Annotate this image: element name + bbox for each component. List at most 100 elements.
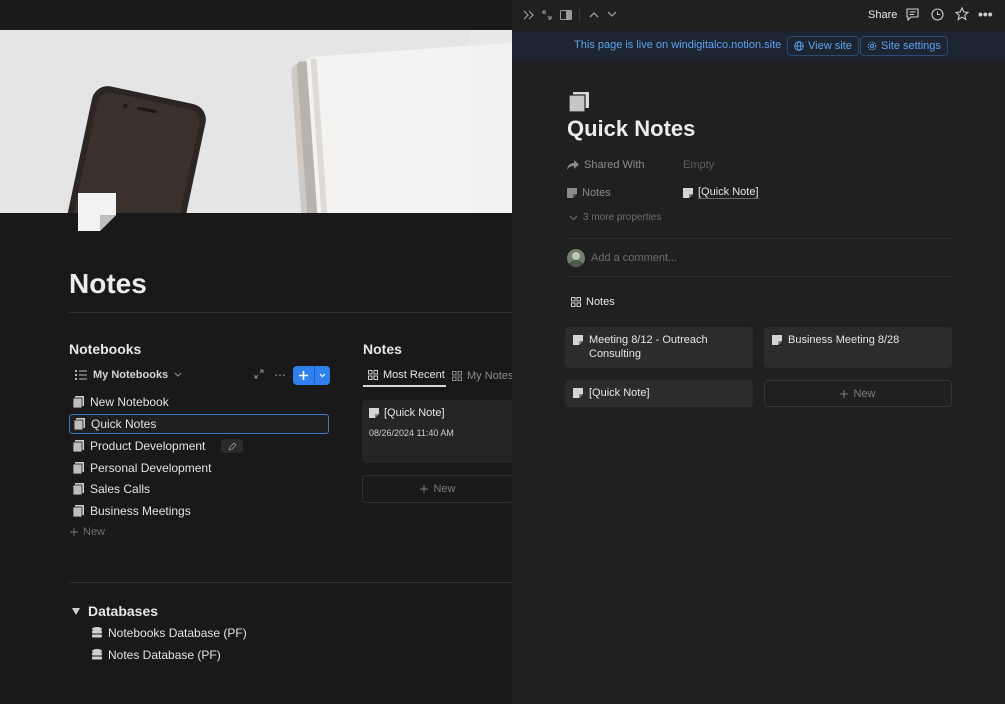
gear-icon: [867, 41, 877, 51]
note-icon: [683, 187, 693, 198]
databases-toggle[interactable]: Databases: [72, 603, 158, 619]
favorite-star-icon[interactable]: [955, 7, 969, 21]
notebook-item-quick-notes[interactable]: Quick Notes: [69, 414, 329, 434]
note-icon: [573, 335, 583, 345]
new-card-button[interactable]: New: [764, 380, 952, 407]
site-live-banner: This page is live on windigitalco.notion…: [512, 31, 1005, 61]
note-card-business-meeting-8-28[interactable]: Business Meeting 8/28: [764, 327, 952, 368]
notebook-label: Quick Notes: [91, 417, 157, 431]
page-icon: [73, 505, 84, 517]
note-card-date: 08/26/2024 11:40 AM: [369, 428, 454, 438]
history-icon[interactable]: [931, 8, 944, 21]
more-options-icon[interactable]: •••: [978, 6, 993, 22]
triangle-down-icon: [72, 607, 80, 615]
share-button[interactable]: Share: [868, 9, 897, 21]
chevron-up-icon[interactable]: [589, 11, 599, 18]
share-arrow-icon: [567, 160, 579, 170]
notebook-item-personal-development[interactable]: Personal Development: [69, 458, 329, 478]
view-site-button[interactable]: View site: [787, 36, 859, 56]
note-icon: [772, 335, 782, 345]
notebook-item-new-notebook[interactable]: New Notebook: [69, 392, 329, 412]
list-icon: [75, 370, 87, 380]
new-note-button[interactable]: New: [362, 475, 512, 503]
side-peek-panel: Share ••• This page is live on windigita…: [512, 0, 1005, 704]
note-card[interactable]: [Quick Note] 08/26/2024 11:40 AM: [362, 400, 512, 463]
view-site-label: View site: [808, 40, 852, 52]
notebooks-heading: Notebooks: [69, 341, 142, 357]
notebook-item-business-meetings[interactable]: Business Meetings: [69, 501, 329, 521]
notebook-item-sales-calls[interactable]: Sales Calls: [69, 479, 329, 499]
page-icon: [73, 462, 84, 474]
peek-mode-icon[interactable]: [560, 10, 572, 20]
comment-input[interactable]: Add a comment...: [591, 252, 677, 264]
database-icon: [92, 649, 102, 660]
notebook-label: New Notebook: [90, 395, 169, 409]
property-notes[interactable]: Notes [Quick Note]: [567, 186, 759, 199]
notebook-label: Personal Development: [90, 461, 212, 475]
database-item-notebooks[interactable]: Notebooks Database (PF): [92, 626, 247, 640]
new-notebook-row[interactable]: New: [70, 526, 105, 538]
pencil-icon: [228, 441, 237, 451]
new-label: New: [83, 526, 106, 538]
avatar: [567, 249, 585, 267]
property-value[interactable]: [Quick Note]: [698, 186, 759, 199]
open-full-page-icon[interactable]: [542, 10, 552, 20]
plus-icon: [293, 366, 314, 385]
page-title: Notes: [69, 268, 147, 299]
chevron-down-icon[interactable]: [607, 11, 617, 18]
chevron-down-icon[interactable]: [315, 366, 330, 385]
notes-tabs: Most Recent My Notes: [363, 365, 512, 389]
property-label: Notes: [582, 186, 611, 199]
plus-icon: [840, 389, 849, 398]
top-strip: [0, 0, 512, 30]
database-icon: [92, 627, 102, 638]
gallery-icon: [452, 371, 462, 381]
notebooks-view-selector[interactable]: My Notebooks: [75, 369, 182, 381]
expand-icon[interactable]: [254, 369, 264, 379]
main-page: Notes Notebooks My Notebooks ⋯ New Noteb…: [0, 0, 512, 704]
notebook-item-product-development[interactable]: Product Development: [69, 436, 329, 456]
property-value: Empty: [683, 159, 715, 171]
page-icon: [73, 396, 84, 408]
edit-button[interactable]: [221, 439, 244, 453]
database-label: Notebooks Database (PF): [108, 626, 247, 640]
comment-icon[interactable]: [906, 8, 919, 21]
tab-most-recent[interactable]: Most Recent: [363, 365, 446, 387]
note-card-meeting-8-12[interactable]: Meeting 8/12 - Outreach Consulting: [565, 327, 753, 368]
plus-icon: [70, 528, 78, 536]
new-label: New: [433, 483, 456, 495]
note-card-quick-note[interactable]: [Quick Note]: [565, 380, 753, 407]
cover-image[interactable]: [0, 30, 512, 213]
site-settings-button[interactable]: Site settings: [860, 36, 948, 56]
property-shared-with[interactable]: Shared With Empty: [567, 159, 714, 171]
comment-row[interactable]: Add a comment...: [567, 249, 677, 267]
peek-toolbar: Share •••: [512, 0, 1005, 31]
notes-view-tab[interactable]: Notes: [571, 296, 615, 308]
view-label: My Notebooks: [93, 369, 169, 381]
page-icon: [74, 418, 85, 430]
notes-view-label: Notes: [586, 296, 615, 308]
divider: [567, 238, 953, 239]
notes-heading: Notes: [363, 341, 402, 357]
page-icon[interactable]: [78, 193, 116, 231]
plus-icon: [420, 485, 429, 493]
globe-icon: [794, 41, 804, 51]
database-item-notes[interactable]: Notes Database (PF): [92, 648, 221, 662]
card-title: Business Meeting 8/28: [788, 334, 900, 346]
page-icon: [73, 483, 84, 495]
tab-my-notes[interactable]: My Notes: [452, 365, 512, 387]
more-properties-toggle[interactable]: 3 more properties: [569, 212, 661, 223]
property-label: Shared With: [584, 159, 645, 171]
gallery-icon: [571, 297, 581, 307]
more-options-icon[interactable]: ⋯: [274, 368, 286, 382]
peek-page-title: Quick Notes: [567, 116, 696, 141]
close-peek-icon[interactable]: [523, 10, 535, 20]
new-notebook-button[interactable]: [293, 366, 330, 385]
divider: [69, 312, 512, 313]
notebook-label: Business Meetings: [90, 504, 191, 518]
page-icon: [73, 440, 84, 452]
card-title: Meeting 8/12 - Outreach Consulting: [589, 334, 708, 360]
more-properties-label: 3 more properties: [583, 212, 662, 223]
page-icon[interactable]: [569, 92, 589, 112]
note-card-title: [Quick Note]: [384, 407, 445, 419]
